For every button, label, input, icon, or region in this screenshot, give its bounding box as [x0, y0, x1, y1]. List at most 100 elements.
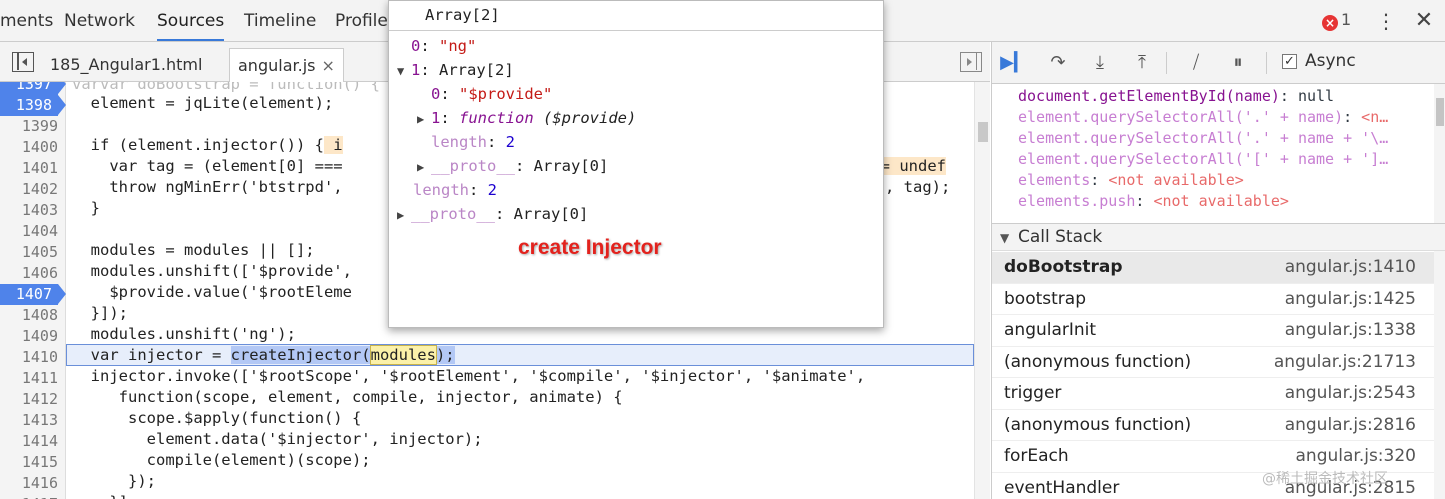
call-frame[interactable]: trigger angular.js:2543 — [992, 378, 1434, 410]
toggle-navigator-icon[interactable] — [12, 52, 34, 72]
breakpoint-marker[interactable]: 1398 — [0, 95, 66, 116]
call-stack-scrollbar[interactable] — [1434, 252, 1445, 499]
line-number[interactable]: 1411 — [0, 368, 64, 389]
line-number[interactable]: 1409 — [0, 326, 64, 347]
panel-tab-elements[interactable]: ments — [0, 0, 53, 41]
call-frame-location[interactable]: angular.js:1425 — [1285, 284, 1416, 315]
hovered-token: modules — [369, 345, 437, 365]
line-number[interactable]: 1415 — [0, 452, 64, 473]
async-checkbox[interactable]: ✓ — [1282, 54, 1297, 69]
watch-row[interactable]: document.getElementById(name): null — [1018, 86, 1334, 107]
call-frame-function: trigger — [1004, 383, 1062, 403]
line-number[interactable]: 1399 — [0, 116, 64, 137]
line-number[interactable]: 1402 — [0, 179, 64, 200]
close-tab-icon[interactable]: × — [321, 56, 334, 75]
call-frame-location[interactable]: angular.js:21713 — [1274, 347, 1416, 378]
line-number[interactable]: 1414 — [0, 431, 64, 452]
line-number[interactable]: 1400 — [0, 137, 64, 158]
popover-prop-row: 0: "$provide" — [431, 85, 553, 103]
panel-tab-sources[interactable]: Sources — [157, 0, 225, 41]
file-tab-angular-js[interactable]: angular.js × — [229, 48, 344, 82]
pause-on-exceptions-icon[interactable]: ⏸ — [1224, 50, 1252, 76]
collapsed-triangle-icon[interactable]: ▶ — [417, 155, 431, 179]
call-frame-function: eventHandler — [1004, 477, 1120, 498]
watch-row[interactable]: element.querySelectorAll('.' + name + '\… — [1018, 128, 1388, 149]
line-number[interactable]: 1417 — [0, 494, 64, 499]
call-frame-function: bootstrap — [1004, 288, 1086, 309]
code-line: function(scope, element, compile, inject… — [72, 388, 623, 406]
watch-row[interactable]: elements.push: <not available> — [1018, 191, 1289, 212]
popover-prop-row[interactable]: ▶ __proto__: Array[0] — [397, 202, 588, 226]
async-label: Async — [1305, 51, 1356, 71]
step-over-icon[interactable]: ↷ — [1044, 50, 1072, 76]
editor-scrollbar[interactable] — [974, 82, 990, 499]
toolbar-separator — [1166, 52, 1167, 74]
expanded-triangle-icon: ▼ — [1000, 231, 1010, 245]
call-frame-location[interactable]: angular.js:1338 — [1285, 315, 1416, 346]
call-frame-function: (anonymous function) — [1004, 414, 1192, 435]
file-tab-185-angular1[interactable]: 185_Angular1.html — [42, 48, 210, 82]
annotation-label: create Injector — [518, 236, 662, 259]
collapsed-triangle-icon[interactable]: ▶ — [417, 107, 431, 131]
line-number[interactable]: 1413 — [0, 410, 64, 431]
panel-tab-network[interactable]: Network — [64, 0, 135, 41]
file-tab-label: angular.js — [238, 56, 316, 75]
more-options-icon[interactable]: ⋮ — [1376, 8, 1396, 34]
call-frame[interactable]: (anonymous function) angular.js:21713 — [992, 347, 1434, 378]
toggle-debugger-icon[interactable] — [960, 52, 982, 72]
code-line: modules.unshift(['$provide', — [72, 262, 362, 280]
line-number[interactable]: 1403 — [0, 200, 64, 221]
line-number[interactable]: 1410 — [0, 347, 64, 368]
popover-prop-row[interactable]: ▶ 1: function ($provide) — [417, 106, 636, 130]
line-number[interactable]: 1405 — [0, 242, 64, 263]
resume-icon[interactable]: ▶▎ — [1000, 50, 1028, 76]
deactivate-breakpoints-icon[interactable]: ⧸ — [1182, 50, 1210, 76]
breakpoint-marker[interactable]: 1407 — [0, 284, 66, 305]
code-line: }] — [72, 492, 128, 499]
object-popover: Array[2] 0: "ng" ▼ 1: Array[2] 0: "$provi… — [388, 0, 884, 328]
code-line: if (element.injector()) { i — [72, 136, 343, 154]
watch-row[interactable]: element.querySelectorAll('[' + name + ']… — [1018, 149, 1388, 170]
code-line: injector.invoke(['$rootScope', '$rootEle… — [72, 367, 866, 385]
call-frame[interactable]: bootstrap angular.js:1425 — [992, 284, 1434, 315]
call-frame[interactable]: (anonymous function) angular.js:2816 — [992, 410, 1434, 441]
expanded-triangle-icon[interactable]: ▼ — [397, 59, 411, 83]
line-number[interactable]: 1408 — [0, 305, 64, 326]
breakpoint-marker[interactable]: 1397 — [0, 82, 66, 95]
line-number[interactable]: 1412 — [0, 389, 64, 410]
step-into-icon[interactable]: ⤓ — [1086, 50, 1114, 76]
watch-row[interactable]: element.querySelectorAll('.' + name): <n… — [1018, 107, 1388, 128]
call-frame[interactable]: angularInit angular.js:1338 — [992, 315, 1434, 347]
watch-scrollbar-thumb[interactable] — [1436, 98, 1444, 126]
call-frame[interactable]: doBootstrap angular.js:1410 — [992, 252, 1434, 284]
line-number[interactable]: 1404 — [0, 221, 64, 242]
popover-prop-row[interactable]: ▶ __proto__: Array[0] — [417, 154, 608, 178]
watch-row[interactable]: elements: <not available> — [1018, 170, 1244, 191]
call-stack-header[interactable]: ▼ Call Stack — [992, 223, 1445, 251]
debugger-sidebar: ▶▎ ↷ ⤓ ⤒ ⧸ ⏸ ✓ Async document.getElement… — [991, 42, 1445, 499]
call-frame-location[interactable]: angular.js:2543 — [1285, 378, 1416, 409]
code-line: element.data('$injector', injector); — [72, 430, 483, 448]
error-counter[interactable]: × 1 — [1322, 10, 1351, 32]
line-number[interactable]: 1416 — [0, 473, 64, 494]
code-line: modules.unshift('ng'); — [72, 325, 296, 343]
code-line: var tag = (element[0] === — [72, 157, 352, 175]
call-frame-location[interactable]: angular.js:2816 — [1285, 410, 1416, 441]
panel-tab-timeline[interactable]: Timeline — [244, 0, 316, 41]
editor-scrollbar-thumb[interactable] — [978, 122, 988, 142]
line-number-gutter[interactable]: 1397 1398 1399 1400 1401 1402 1403 1404 1405 1406… — [0, 82, 66, 499]
call-frame-function: doBootstrap — [1004, 257, 1123, 277]
panel-tab-profiles[interactable]: Profile — [335, 0, 388, 41]
collapsed-triangle-icon[interactable]: ▶ — [397, 203, 411, 227]
watermark: @稀土掘金技术社区 — [1262, 471, 1388, 487]
step-out-icon[interactable]: ⤒ — [1128, 50, 1156, 76]
line-number[interactable]: 1401 — [0, 158, 64, 179]
file-tab-label: 185_Angular1.html — [50, 55, 203, 74]
popover-prop-row[interactable]: ▼ 1: Array[2] — [397, 58, 514, 82]
call-frame-location[interactable]: angular.js:1410 — [1285, 252, 1416, 283]
line-number[interactable]: 1406 — [0, 263, 64, 284]
call-frame-function: angularInit — [1004, 320, 1097, 340]
current-code-line: var injector = createInjector(modules); — [72, 345, 455, 365]
popover-title: Array[2] — [389, 1, 883, 31]
close-devtools-icon[interactable]: ✕ — [1414, 8, 1434, 34]
